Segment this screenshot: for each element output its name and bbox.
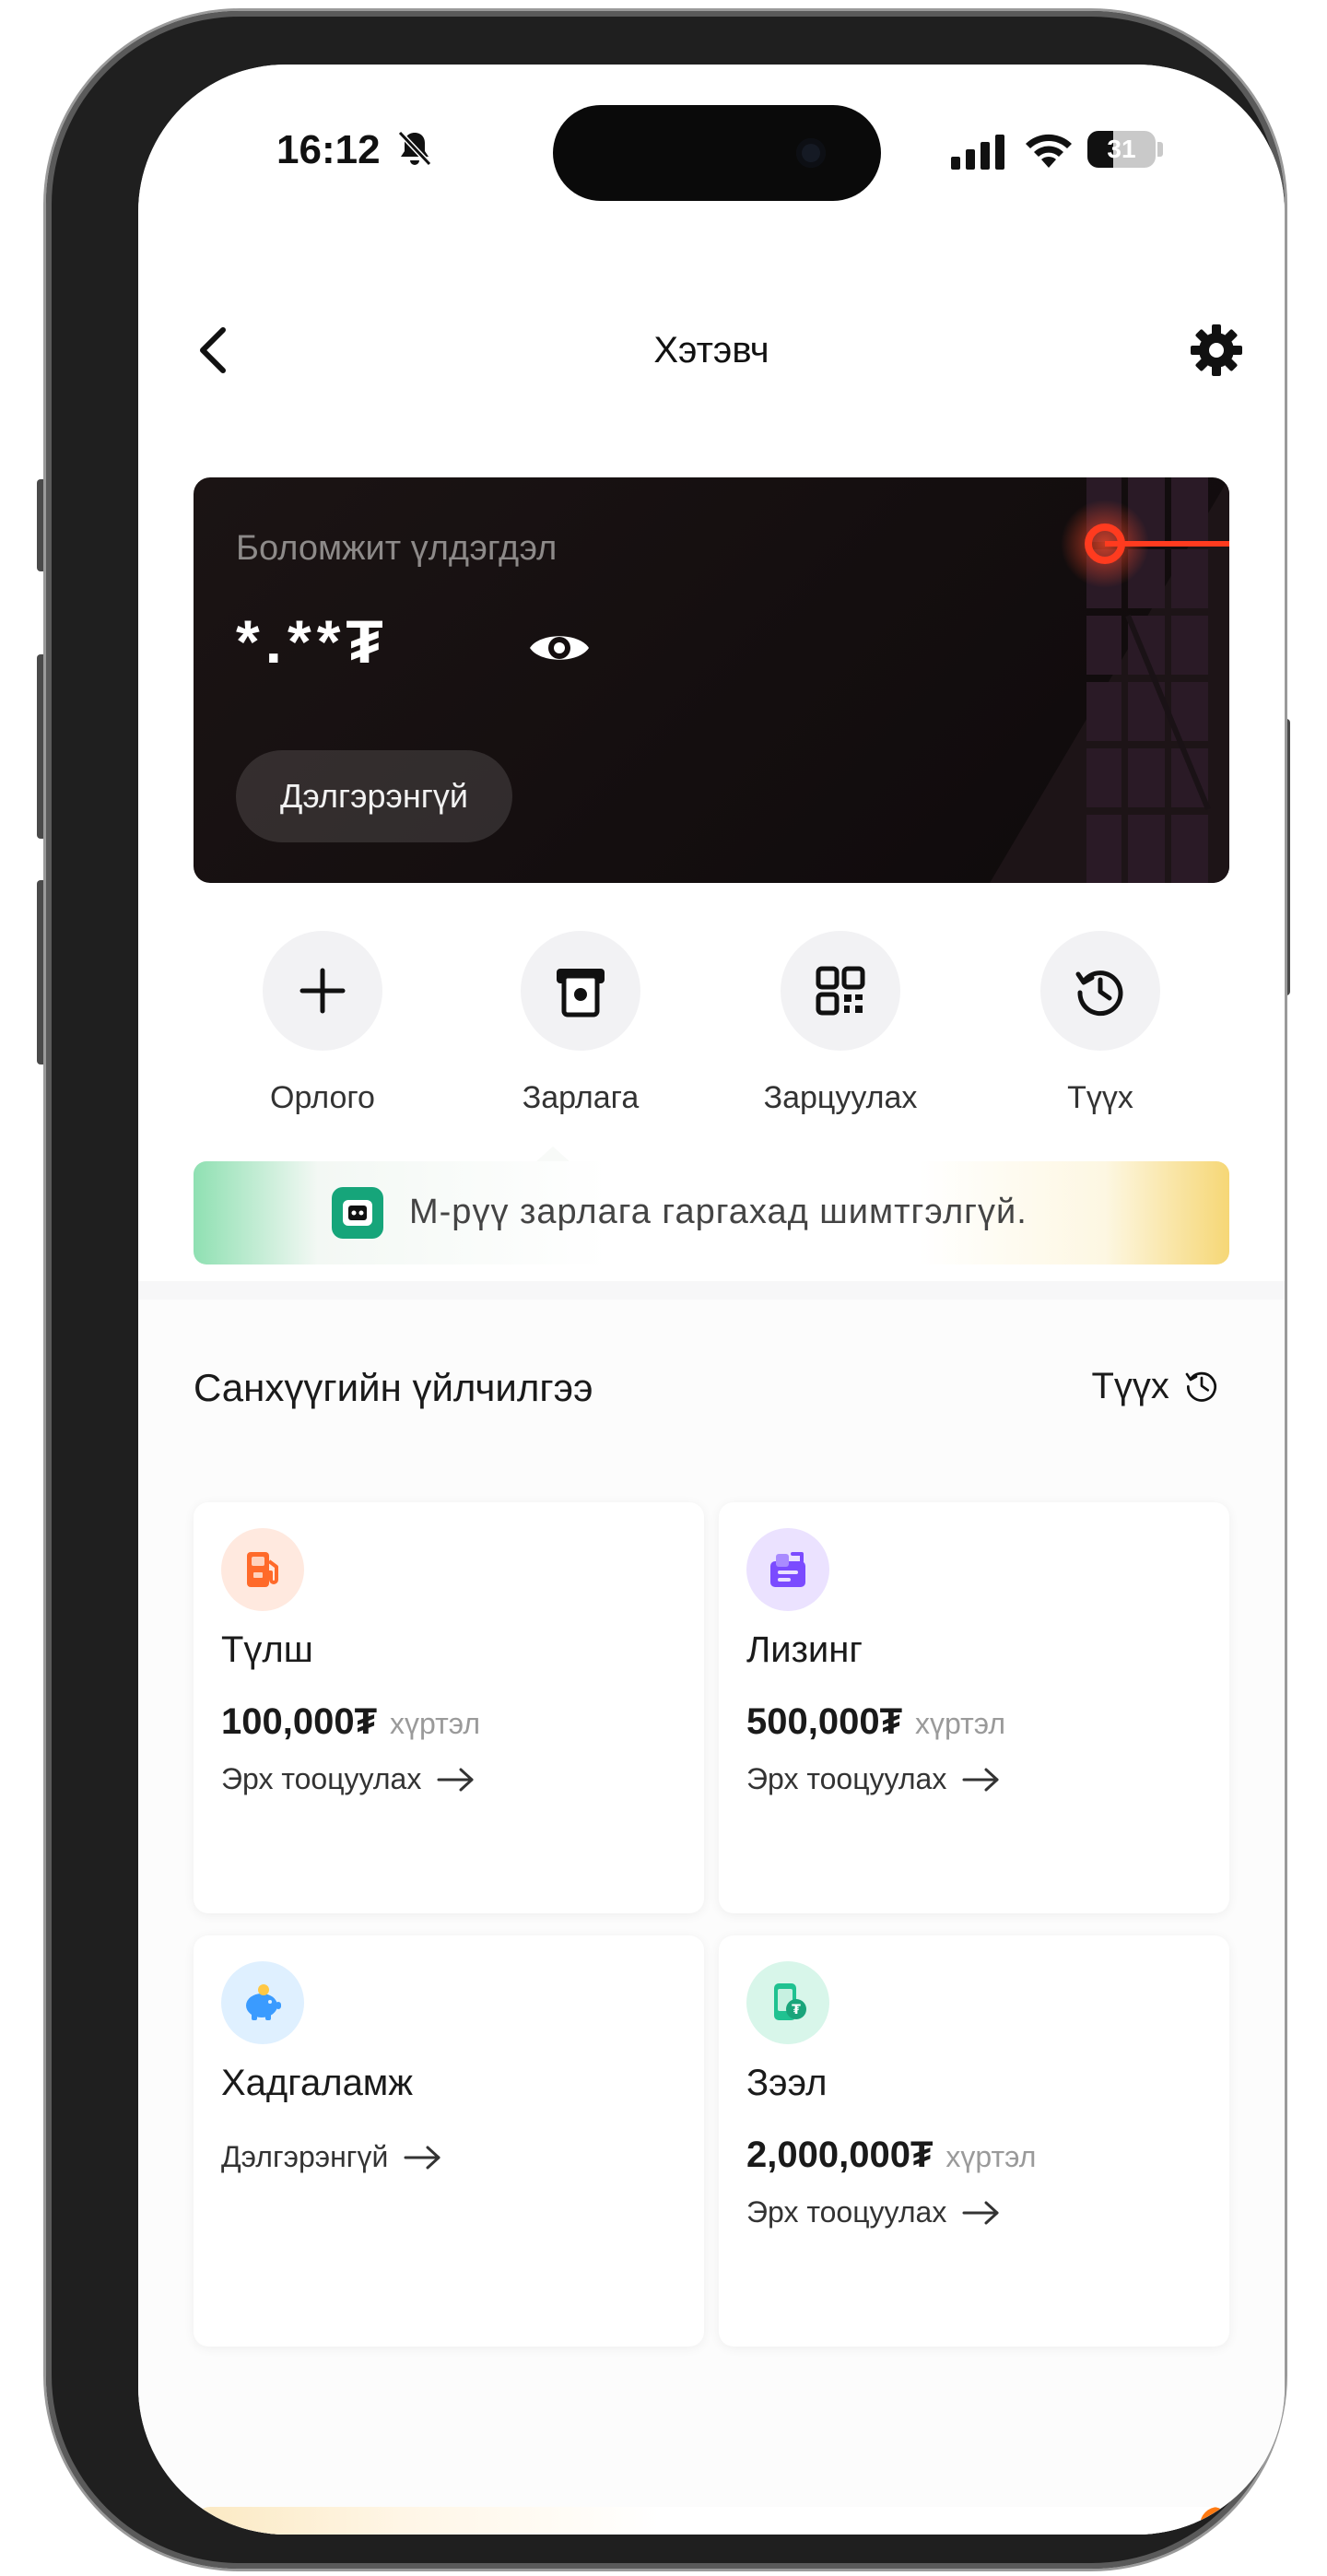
finance-history-link[interactable]: Түүх [1091,1366,1220,1407]
wallet-overview: Боломжит үлдэгдэл *.**₮ Дэлгэрэнгүй Орло… [138,452,1285,1281]
cellular-signal-icon [951,135,1004,170]
gear-icon[interactable] [1189,323,1244,378]
service-limit-amount: 100,000₮ [221,1701,378,1742]
service-limit-unit: хүртэл [390,1707,481,1740]
service-link-label: Дэлгэрэнгүй [221,2140,389,2173]
service-link[interactable]: Эрх тооцуулах [746,2195,1001,2229]
quick-action-history[interactable]: Түүх [990,931,1211,1116]
arrow-right-icon [962,2201,999,2225]
balance-label: Боломжит үлдэгдэл [236,529,558,568]
app-header: Хэтэвч [138,249,1285,452]
quick-action-income[interactable]: Орлого [212,931,433,1116]
service-link-label: Эрх тооцуулах [746,2195,947,2229]
quick-action-icon-bg [1040,931,1160,1051]
service-link-label: Эрх тооцуулах [746,1762,947,1795]
service-card-fuel[interactable]: Түлш 100,000₮ хүртэл Эрх тооцуулах [194,1502,704,1913]
wifi-icon [1026,134,1072,168]
fuel-icon [221,1528,304,1611]
section-title: Санхүүгийн үйлчилгээ [194,1366,593,1409]
plus-icon [299,968,346,1014]
service-limit-amount: 500,000₮ [746,1701,903,1742]
quick-action-expense[interactable]: Зарлага [470,931,691,1116]
arrow-right-icon [404,2146,440,2170]
service-card-leasing[interactable]: Лизинг 500,000₮ хүртэл Эрх тооцуулах [719,1502,1229,1913]
service-title: Хадгаламж [221,2063,414,2103]
service-limit: 100,000₮ хүртэл [221,1701,480,1743]
dynamic-island [553,105,881,201]
bell-off-icon [397,130,432,167]
battery-level: 31 [1107,135,1136,163]
quick-action-label: Зарлага [522,1080,640,1115]
balance-card: Боломжит үлдэгдэл *.**₮ Дэлгэрэнгүй [194,477,1229,883]
piggy-bank-icon [221,1961,304,2044]
service-card-savings[interactable]: Хадгаламж Дэлгэрэнгүй [194,1935,704,2347]
quick-action-label: Орлого [270,1080,375,1115]
balance-details-button[interactable]: Дэлгэрэнгүй [236,750,512,842]
service-card-loan[interactable]: ₮ Зээл 2,000,000₮ хүртэл Эрх тооцуулах [719,1935,1229,2347]
financial-services-section: Санхүүгийн үйлчилгээ Түүх Түлш 100,000₮ … [138,1300,1285,2535]
balance-amount: *.**₮ [236,607,389,676]
quick-actions: Орлого Зарлага Зарцуулах Түүх [194,931,1229,1134]
m-wallet-icon [332,1187,383,1239]
arrow-right-icon [962,1768,999,1792]
arrow-right-icon [437,1768,474,1792]
quick-action-icon-bg [781,931,900,1051]
status-time: 16:12 [276,127,381,172]
service-title: Түлш [221,1629,313,1670]
service-link[interactable]: Дэлгэрэнгүй [221,2140,442,2174]
finance-history-label: Түүх [1091,1366,1169,1406]
card-decoration [990,477,1229,883]
page-title: Хэтэвч [653,330,769,371]
quick-action-label: Түүх [1067,1080,1133,1115]
orange-app-badge-icon [1200,2507,1229,2535]
leasing-icon [746,1528,829,1611]
status-bar: 16:12 31 [138,65,1285,249]
service-limit: 500,000₮ хүртэл [746,1701,1005,1743]
battery-icon: 31 [1087,131,1163,168]
service-link-label: Эрх тооцуулах [221,1762,422,1795]
partner-banner[interactable]: cabpay [194,2507,1229,2535]
quick-action-spend[interactable]: Зарцуулах [730,931,951,1116]
service-limit: 2,000,000₮ хүртэл [746,2135,1036,2176]
promo-banner[interactable]: М-рүү зарлага гаргахад шимтгэлгүй. [194,1161,1229,1264]
service-title: Лизинг [746,1629,863,1670]
history-icon [1185,1371,1216,1402]
camera-icon [796,138,826,168]
qr-code-icon [816,966,865,1016]
service-title: Зээл [746,2063,828,2103]
service-limit-unit: хүртэл [945,2140,1037,2173]
cash-withdraw-icon [557,969,605,1017]
eye-icon[interactable] [527,625,592,671]
svg-text:₮: ₮ [792,2003,801,2017]
service-link[interactable]: Эрх тооцуулах [221,1762,476,1796]
service-limit-unit: хүртэл [915,1707,1006,1740]
quick-action-icon-bg [263,931,382,1051]
phone-frame: 16:12 31 Хэтэвч Боломжит үлдэгдэл *.**₮ … [46,11,1285,2569]
quick-action-label: Зарцуулах [763,1080,918,1115]
promo-text: М-рүү зарлага гаргахад шимтгэлгүй. [409,1193,1028,1231]
service-limit-amount: 2,000,000₮ [746,2135,934,2175]
screen: 16:12 31 Хэтэвч Боломжит үлдэгдэл *.**₮ … [138,65,1285,2535]
quick-action-icon-bg [521,931,640,1051]
phone-mockup: 16:12 31 Хэтэвч Боломжит үлдэгдэл *.**₮ … [0,0,1327,2576]
history-icon [1075,970,1123,1017]
service-link[interactable]: Эрх тооцуулах [746,1762,1001,1796]
promo-pointer [534,1147,571,1163]
loan-phone-icon: ₮ [746,1961,829,2044]
